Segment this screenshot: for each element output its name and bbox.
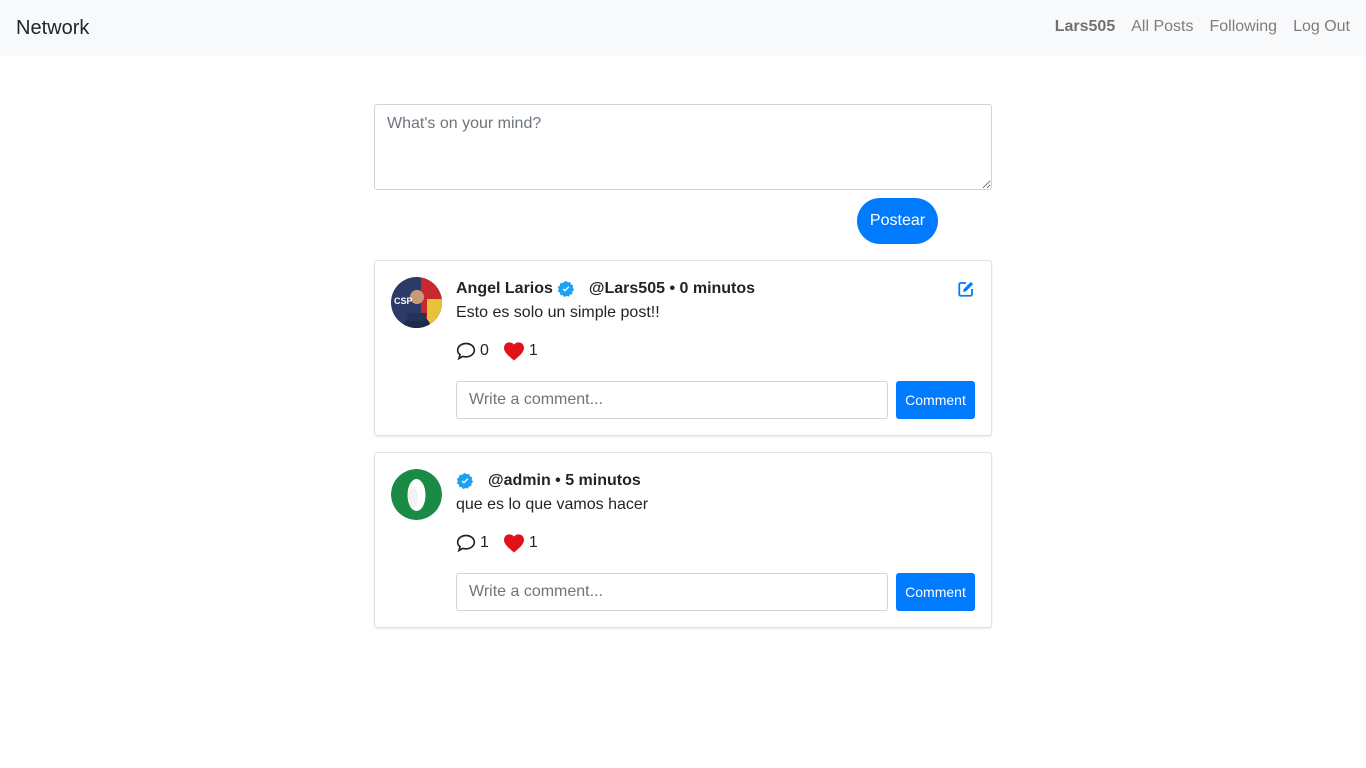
likes-count: 1: [528, 534, 538, 551]
post-handle-time: @admin • 5 minutos: [488, 472, 641, 489]
post-stats: 0 1: [456, 341, 552, 361]
nav-following-link[interactable]: Following: [1201, 17, 1285, 37]
nav-profile-link[interactable]: Lars505: [1047, 17, 1124, 37]
navbar: Network Lars505 All Posts Following Log …: [0, 0, 1366, 56]
verified-badge-icon: [456, 472, 474, 490]
post-header: @admin • 5 minutos: [456, 471, 641, 491]
avatar[interactable]: CSP: [391, 277, 442, 328]
post-stats: 1 1: [456, 533, 552, 553]
post-content: Esto es solo un simple post!!: [456, 304, 660, 321]
post-content: que es lo que vamos hacer: [456, 496, 649, 513]
nav-logout-link[interactable]: Log Out: [1285, 17, 1358, 37]
post-card: CSP Angel Larios @Lars505 • 0 minutos Es…: [374, 260, 992, 436]
likes-count: 1: [528, 342, 538, 359]
post-handle-time: @Lars505 • 0 minutos: [588, 280, 756, 297]
brand-link[interactable]: Network: [16, 16, 89, 40]
edit-icon[interactable]: [957, 280, 975, 298]
comments-count: 1: [480, 534, 489, 551]
avatar[interactable]: [391, 469, 442, 520]
profile-photo-icon: CSP: [391, 277, 442, 328]
comment-button[interactable]: Comment: [896, 573, 975, 611]
svg-text:CSP: CSP: [394, 296, 413, 306]
comment-icon: [456, 342, 476, 361]
post-author-name[interactable]: Angel Larios: [456, 279, 553, 299]
nav-links: Lars505 All Posts Following Log Out: [1047, 17, 1358, 37]
comment-input[interactable]: [456, 573, 888, 611]
post-header: Angel Larios @Lars505 • 0 minutos: [456, 279, 755, 299]
heart-icon: [503, 342, 524, 361]
heart-icon: [503, 534, 524, 553]
verified-badge-icon: [557, 280, 575, 298]
comment-button[interactable]: Comment: [896, 381, 975, 419]
comments-count: 0: [480, 342, 489, 359]
letter-o-logo-icon: [391, 469, 442, 520]
comments-toggle[interactable]: 0: [456, 341, 489, 361]
like-toggle[interactable]: 1: [503, 533, 538, 553]
comment-icon: [456, 534, 476, 553]
comments-toggle[interactable]: 1: [456, 533, 489, 553]
post-card: @admin • 5 minutos que es lo que vamos h…: [374, 452, 992, 628]
like-toggle[interactable]: 1: [503, 341, 538, 361]
comment-input[interactable]: [456, 381, 888, 419]
nav-all-posts-link[interactable]: All Posts: [1123, 17, 1201, 37]
post-button[interactable]: Postear: [857, 198, 938, 244]
new-post-textarea[interactable]: [374, 104, 992, 190]
